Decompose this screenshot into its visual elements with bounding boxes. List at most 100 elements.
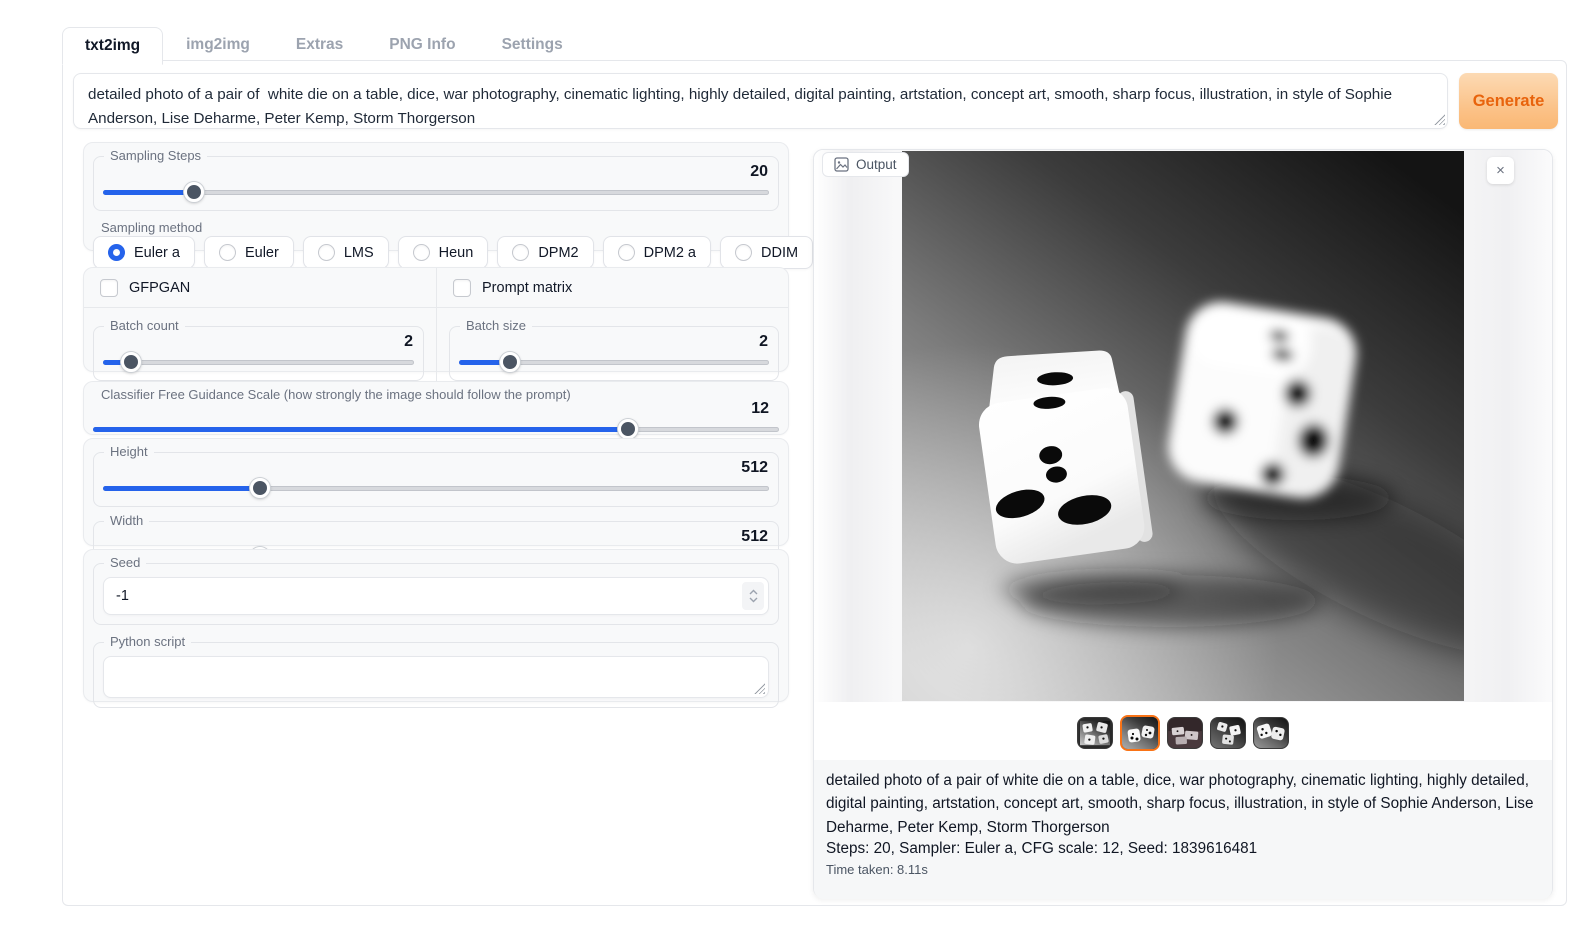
batch-left-column: GFPGAN Batch count 2 [84, 268, 436, 381]
tab-bar: txt2img img2img Extras PNG Info Settings [62, 26, 586, 64]
slider-fill [93, 427, 628, 432]
cfg-label: Classifier Free Guidance Scale (how stro… [95, 387, 577, 402]
seed-field: Seed [93, 563, 779, 625]
prompt-matrix-row[interactable]: Prompt matrix [437, 268, 788, 308]
python-script-label: Python script [104, 634, 191, 649]
batch-right-column: Prompt matrix Batch size 2 [436, 268, 788, 381]
dimensions-group: Height 512 Width 512 [83, 438, 789, 546]
slider-thumb[interactable] [121, 352, 141, 372]
batch-count-field: Batch count 2 [93, 326, 424, 381]
output-caption-params: Steps: 20, Sampler: Euler a, CFG scale: … [826, 840, 1540, 858]
tab-extras[interactable]: Extras [273, 26, 366, 64]
height-slider[interactable] [103, 478, 769, 498]
slider-track [103, 360, 414, 365]
radio-dot [413, 244, 430, 261]
output-caption-prompt: detailed photo of a pair of white die on… [826, 769, 1540, 839]
height-value: 512 [94, 453, 778, 478]
batch-size-slider[interactable] [459, 352, 769, 372]
radio-label: DPM2 a [644, 245, 696, 261]
radio-dpm2-a[interactable]: DPM2 a [603, 236, 711, 269]
seed-spinner[interactable] [742, 582, 764, 610]
generate-button[interactable]: Generate [1459, 73, 1558, 129]
radio-euler-a[interactable]: Euler a [93, 236, 195, 269]
batch-count-label: Batch count [104, 318, 185, 333]
tab-png-info[interactable]: PNG Info [366, 26, 478, 64]
txt2img-panel: detailed photo of a pair of white die on… [62, 60, 1567, 906]
python-script-area [103, 656, 769, 698]
cfg-slider[interactable] [93, 419, 779, 439]
radio-label: DPM2 [538, 245, 578, 261]
prompt-matrix-label: Prompt matrix [482, 280, 572, 296]
radio-heun[interactable]: Heun [398, 236, 489, 269]
radio-ddim[interactable]: DDIM [720, 236, 813, 269]
output-panel: Output × detailed photo of a pair of whi… [813, 149, 1553, 898]
output-image-viewer: Output × [814, 150, 1552, 702]
seed-label: Seed [104, 555, 146, 570]
thumbnail-1[interactable] [1077, 717, 1113, 749]
slider-thumb[interactable] [618, 419, 638, 439]
radio-dpm2[interactable]: DPM2 [497, 236, 593, 269]
cfg-field: Classifier Free Guidance Scale (how stro… [93, 391, 779, 439]
radio-dot [735, 244, 752, 261]
radio-dot [318, 244, 335, 261]
width-label: Width [104, 513, 149, 528]
image-icon [834, 157, 849, 172]
batch-options-group: GFPGAN Batch count 2 Prompt matrix Batch… [83, 267, 789, 372]
output-label: Output [856, 157, 897, 172]
radio-dot [618, 244, 635, 261]
radio-dot [108, 244, 125, 261]
radio-dot [219, 244, 236, 261]
python-script-input[interactable] [104, 657, 768, 697]
sampling-steps-label: Sampling Steps [104, 148, 207, 163]
thumbnail-3[interactable] [1167, 717, 1203, 749]
height-label: Height [104, 444, 154, 459]
slider-fill [103, 190, 194, 195]
seed-input[interactable] [103, 577, 769, 615]
sampling-steps-slider[interactable] [103, 182, 769, 202]
batch-size-label: Batch size [460, 318, 532, 333]
output-time-taken: Time taken: 8.11s [826, 862, 1540, 877]
thumbnail-gallery [814, 711, 1552, 755]
radio-label: Euler [245, 245, 279, 261]
slider-thumb[interactable] [184, 182, 204, 202]
sampling-steps-field: Sampling Steps 20 [93, 156, 779, 211]
tab-settings[interactable]: Settings [479, 26, 586, 64]
seed-script-group: Seed Python script [83, 549, 789, 702]
radio-dot [512, 244, 529, 261]
cfg-group: Classifier Free Guidance Scale (how stro… [83, 381, 789, 435]
tab-img2img[interactable]: img2img [163, 26, 273, 64]
generated-image[interactable] [902, 151, 1464, 701]
chevron-up-icon [749, 589, 758, 595]
sampling-method-label: Sampling method [95, 220, 208, 235]
radio-euler[interactable]: Euler [204, 236, 294, 269]
python-script-field: Python script [93, 642, 779, 708]
radio-lms[interactable]: LMS [303, 236, 389, 269]
tab-txt2img[interactable]: txt2img [62, 27, 163, 65]
close-output-button[interactable]: × [1487, 157, 1514, 184]
batch-count-slider[interactable] [103, 352, 414, 372]
generation-info-box: detailed photo of a pair of white die on… [814, 760, 1552, 899]
sampling-method-field: Sampling method Euler a Euler LMS Heun D… [93, 228, 779, 269]
height-field: Height 512 [93, 452, 779, 507]
gfpgan-row[interactable]: GFPGAN [84, 268, 436, 308]
prompt-input[interactable]: detailed photo of a pair of white die on… [73, 73, 1448, 129]
radio-label: Heun [439, 245, 474, 261]
seed-input-wrap [103, 577, 769, 615]
batch-size-field: Batch size 2 [449, 326, 779, 381]
thumbnail-2-selected[interactable] [1120, 715, 1160, 751]
gfpgan-checkbox[interactable] [100, 279, 118, 297]
radio-label: DDIM [761, 245, 798, 261]
output-label-chip: Output [822, 152, 909, 177]
sampling-group: Sampling Steps 20 Sampling method Euler … [83, 142, 789, 251]
slider-thumb[interactable] [500, 352, 520, 372]
slider-fill [103, 486, 260, 491]
gfpgan-label: GFPGAN [129, 280, 190, 296]
slider-thumb[interactable] [250, 478, 270, 498]
width-value: 512 [94, 522, 778, 547]
thumbnail-4[interactable] [1210, 717, 1246, 749]
radio-label: Euler a [134, 245, 180, 261]
thumbnail-5[interactable] [1253, 717, 1289, 749]
radio-label: LMS [344, 245, 374, 261]
chevron-down-icon [749, 597, 758, 603]
prompt-matrix-checkbox[interactable] [453, 279, 471, 297]
